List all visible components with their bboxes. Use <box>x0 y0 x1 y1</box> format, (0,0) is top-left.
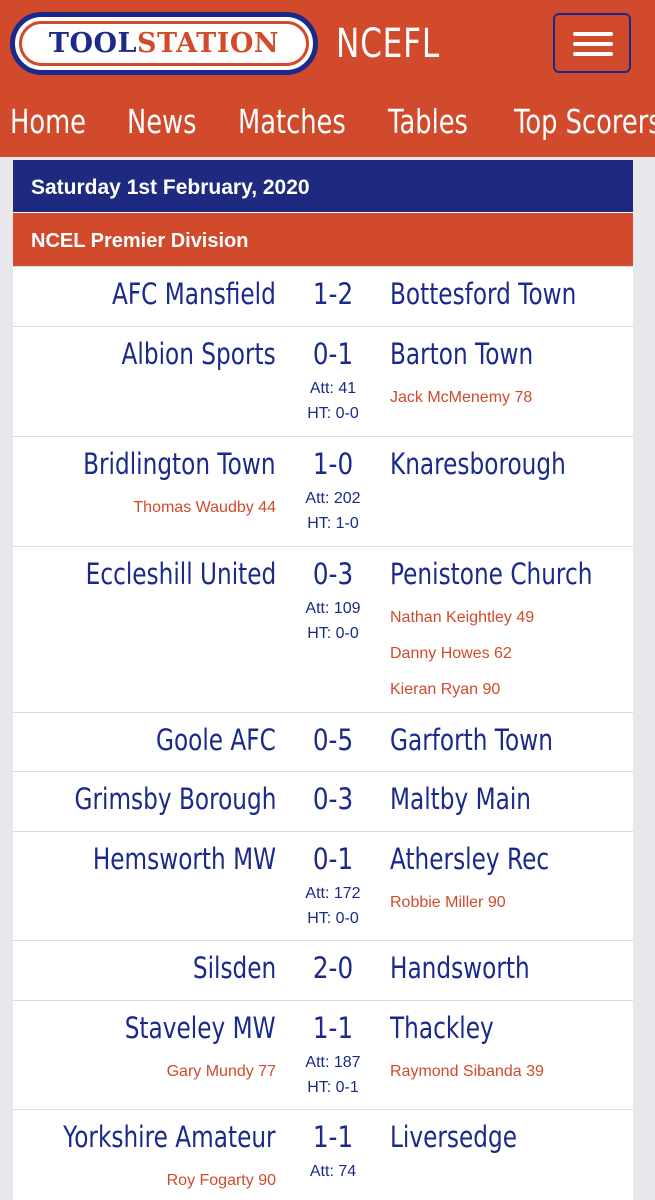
logo-ring: TOOLSTATION <box>19 21 309 66</box>
away-team[interactable]: Handsworth <box>390 951 530 985</box>
match-row[interactable]: Grimsby Borough 0-3 Maltby Main <box>13 771 633 831</box>
home-scorer: Roy Fogarty 90 <box>166 1172 276 1189</box>
away-team[interactable]: Athersley Rec <box>390 842 549 876</box>
match-score[interactable]: 1-2 <box>303 277 363 311</box>
match-score[interactable]: 2-0 <box>303 951 363 985</box>
match-score[interactable]: 1-1 <box>303 1011 363 1045</box>
nav-news[interactable]: News <box>127 92 197 152</box>
home-team[interactable]: Grimsby Borough <box>74 782 276 816</box>
match-score[interactable]: 0-3 <box>303 782 363 816</box>
logo-text-tool: TOOL <box>48 28 138 59</box>
away-scorer: Jack McMenemy 78 <box>390 389 533 406</box>
home-team[interactable]: Bridlington Town <box>84 447 276 481</box>
attendance: Att: 172 <box>305 885 361 902</box>
page-gutter <box>633 160 655 1200</box>
attendance: Att: 41 <box>309 380 357 397</box>
home-team[interactable]: Yorkshire Amateur <box>64 1120 276 1154</box>
half-time-score: HT: 1-0 <box>307 515 359 532</box>
site-header: TOOLSTATION NCEFL Home News Matches Tabl… <box>0 0 655 157</box>
match-score[interactable]: 0-3 <box>303 557 363 591</box>
home-team[interactable]: AFC Mansfield <box>112 277 276 311</box>
menu-icon-bar <box>573 42 613 46</box>
match-row[interactable]: Silsden 2-0 Handsworth <box>13 940 633 1000</box>
match-score[interactable]: 1-1 <box>303 1120 363 1154</box>
away-scorer: Raymond Sibanda 39 <box>390 1063 544 1080</box>
match-row[interactable]: Goole AFC 0-5 Garforth Town <box>13 712 633 771</box>
match-row[interactable]: Bridlington Town 1-0 Knaresborough Att: … <box>13 436 633 546</box>
match-row[interactable]: Eccleshill United 0-3 Penistone Church A… <box>13 546 633 712</box>
away-team[interactable]: Bottesford Town <box>390 277 576 311</box>
half-time-score: HT: 0-0 <box>307 405 359 422</box>
away-scorer: Kieran Ryan 90 <box>390 681 501 698</box>
away-team[interactable]: Garforth Town <box>390 723 553 757</box>
attendance: Att: 187 <box>305 1054 361 1071</box>
nav-top-scorers[interactable]: Top Scorers <box>514 92 655 152</box>
home-scorer: Thomas Waudby 44 <box>133 499 276 516</box>
home-team[interactable]: Silsden <box>193 951 276 985</box>
match-score[interactable]: 0-1 <box>303 337 363 371</box>
match-row[interactable]: AFC Mansfield 1-2 Bottesford Town <box>13 266 633 326</box>
nav-home[interactable]: Home <box>10 92 86 152</box>
half-time-score: HT: 0-1 <box>307 1079 359 1096</box>
match-score[interactable]: 0-1 <box>303 842 363 876</box>
away-team[interactable]: Penistone Church <box>390 557 592 591</box>
away-scorer: Nathan Keightley 49 <box>390 609 535 626</box>
home-team[interactable]: Eccleshill United <box>85 557 276 591</box>
date-heading: Saturday 1st February, 2020 <box>13 160 633 212</box>
home-team[interactable]: Goole AFC <box>156 723 276 757</box>
logo-text: TOOLSTATION <box>49 28 279 59</box>
division-heading: NCEL Premier Division <box>13 213 633 266</box>
half-time-score: HT: 0-0 <box>307 625 359 642</box>
away-scorer: Danny Howes 62 <box>390 645 512 662</box>
match-row[interactable]: Yorkshire Amateur 1-1 Liversedge Att: 74… <box>13 1109 633 1200</box>
main-nav: Home News Matches Tables Top Scorers <box>0 92 655 152</box>
away-scorer: Robbie Miller 90 <box>390 894 506 911</box>
away-team[interactable]: Maltby Main <box>390 782 531 816</box>
match-score[interactable]: 1-0 <box>303 447 363 481</box>
menu-icon-bar <box>573 32 613 36</box>
half-time-score: HT: 0-0 <box>307 910 359 927</box>
away-team[interactable]: Liversedge <box>390 1120 517 1154</box>
home-scorer: Gary Mundy 77 <box>166 1063 276 1080</box>
toolstation-logo[interactable]: TOOLSTATION <box>10 12 318 75</box>
away-team[interactable]: Barton Town <box>390 337 533 371</box>
away-team[interactable]: Knaresborough <box>390 447 566 481</box>
logo-text-station: STATION <box>137 28 280 59</box>
hamburger-menu-button[interactable] <box>553 13 631 73</box>
menu-icon-bar <box>573 52 613 56</box>
away-team[interactable]: Thackley <box>390 1011 494 1045</box>
match-score[interactable]: 0-5 <box>303 723 363 757</box>
home-team[interactable]: Albion Sports <box>122 337 276 371</box>
match-row[interactable]: Albion Sports 0-1 Barton Town Att: 41 HT… <box>13 326 633 436</box>
nav-tables[interactable]: Tables <box>388 92 468 152</box>
home-team[interactable]: Hemsworth MW <box>93 842 276 876</box>
attendance: Att: 109 <box>305 600 361 617</box>
nav-matches[interactable]: Matches <box>238 92 346 152</box>
match-row[interactable]: Staveley MW 1-1 Thackley Att: 187 HT: 0-… <box>13 1000 633 1109</box>
match-row[interactable]: Hemsworth MW 0-1 Athersley Rec Att: 172 … <box>13 831 633 940</box>
attendance: Att: 202 <box>305 490 361 507</box>
attendance: Att: 74 <box>309 1163 357 1180</box>
site-name[interactable]: NCEFL <box>336 14 440 74</box>
home-team[interactable]: Staveley MW <box>125 1011 276 1045</box>
fixtures-card: Saturday 1st February, 2020 NCEL Premier… <box>13 160 633 1200</box>
